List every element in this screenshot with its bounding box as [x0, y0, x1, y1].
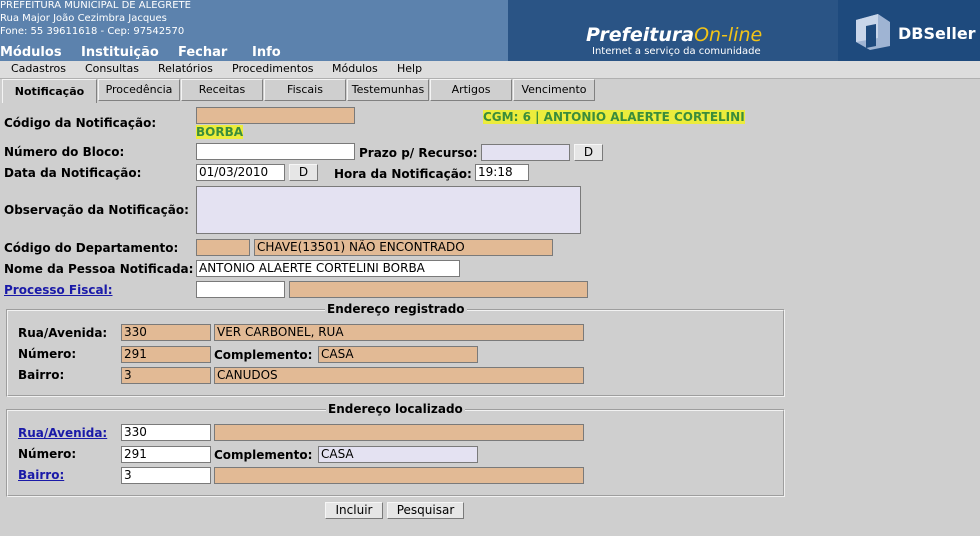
reg-numero-label: Número: [18, 347, 77, 361]
org-address: Rua Major João Cezimbra Jacques [0, 13, 167, 24]
reg-bairro-code-field: 3 [121, 367, 211, 384]
brand-main: Prefeitura [586, 24, 695, 46]
numero-bloco-field[interactable] [196, 143, 355, 160]
tab-artigos[interactable]: Artigos [430, 79, 512, 101]
endereco-localizado-legend: Endereço localizado [326, 402, 465, 416]
processo-fiscal-field[interactable] [196, 281, 285, 298]
loc-complemento-field[interactable]: CASA [318, 446, 478, 463]
reg-rua-name-field: VER CARBONEL, RUA [214, 324, 584, 341]
codigo-departamento-field[interactable] [196, 239, 250, 256]
departamento-description-field: CHAVE(13501) NÃO ENCONTRADO [254, 239, 553, 256]
codigo-notificacao-field[interactable] [196, 107, 355, 124]
hora-notificacao-field[interactable]: 19:18 [475, 164, 529, 181]
incluir-button[interactable]: Incluir [325, 502, 383, 519]
cgm-info-line1: CGM: 6 | ANTONIO ALAERTE CORTELINI [483, 110, 745, 124]
menu-modulos[interactable]: Módulos [332, 62, 378, 75]
menu-help[interactable]: Help [397, 62, 422, 75]
tab-vencimento[interactable]: Vencimento [513, 79, 595, 101]
loc-bairro-code-field[interactable]: 3 [121, 467, 211, 484]
pesquisar-button[interactable]: Pesquisar [387, 502, 464, 519]
pessoa-notificada-label: Nome da Pessoa Notificada: [4, 262, 194, 276]
dbseller-logo-icon [856, 14, 890, 50]
tab-notificacao[interactable]: Notificação [2, 79, 97, 103]
cgm-info-line2: BORBA [196, 125, 244, 139]
numero-bloco-label: Número do Bloco: [4, 145, 125, 159]
menu-consultas[interactable]: Consultas [85, 62, 139, 75]
observacao-textarea[interactable] [196, 186, 581, 234]
tab-procedencia[interactable]: Procedência [98, 79, 180, 101]
brand-tagline: Internet a serviço da comunidade [592, 46, 761, 57]
loc-numero-field[interactable]: 291 [121, 446, 211, 463]
loc-rua-link[interactable]: Rua/Avenida: [18, 426, 107, 440]
vendor-name: DBSeller [898, 24, 976, 43]
nav-fechar[interactable]: Fechar [178, 45, 227, 60]
menu-bar [0, 61, 980, 79]
menu-relatorios[interactable]: Relatórios [158, 62, 213, 75]
reg-bairro-name-field: CANUDOS [214, 367, 584, 384]
nav-modulos[interactable]: Módulos [0, 45, 62, 60]
reg-complemento-label: Complemento: [214, 348, 313, 362]
loc-rua-code-field[interactable]: 330 [121, 424, 211, 441]
processo-fiscal-link[interactable]: Processo Fiscal: [4, 283, 113, 297]
reg-numero-field: 291 [121, 346, 211, 363]
processo-fiscal-description-field [289, 281, 588, 298]
pessoa-notificada-field[interactable]: ANTONIO ALAERTE CORTELINI BORBA [196, 260, 460, 277]
loc-bairro-name-field [214, 467, 584, 484]
endereco-registrado-legend: Endereço registrado [325, 302, 467, 316]
tab-receitas[interactable]: Receitas [181, 79, 263, 101]
org-name: PREFEITURA MUNICIPAL DE ALEGRETE [0, 0, 191, 11]
hora-notificacao-label: Hora da Notificação: [334, 167, 472, 181]
loc-numero-label: Número: [18, 447, 77, 461]
reg-rua-label: Rua/Avenida: [18, 326, 108, 340]
menu-procedimentos[interactable]: Procedimentos [232, 62, 314, 75]
data-notificacao-label: Data da Notificação: [4, 166, 142, 180]
nav-instituicao[interactable]: Instituição [81, 45, 159, 60]
codigo-notificacao-label: Código da Notificação: [4, 116, 157, 130]
prazo-recurso-field[interactable] [481, 144, 570, 161]
org-phone: Fone: 55 39611618 - Cep: 97542570 [0, 26, 185, 37]
nav-info[interactable]: Info [252, 45, 281, 60]
prefeitura-online-logo: PrefeituraOn-line [586, 24, 762, 46]
reg-bairro-label: Bairro: [18, 368, 65, 382]
prazo-recurso-label: Prazo p/ Recurso: [359, 146, 478, 160]
loc-bairro-link[interactable]: Bairro: [18, 468, 64, 482]
data-notificacao-field[interactable]: 01/03/2010 [196, 164, 285, 181]
tab-testemunhas[interactable]: Testemunhas [347, 79, 429, 101]
menu-cadastros[interactable]: Cadastros [11, 62, 66, 75]
loc-complemento-label: Complemento: [214, 448, 313, 462]
reg-rua-code-field: 330 [121, 324, 211, 341]
data-notificacao-date-button[interactable]: D [289, 164, 318, 181]
observacao-label: Observação da Notificação: [4, 203, 189, 217]
codigo-departamento-label: Código do Departamento: [4, 241, 179, 255]
reg-complemento-field: CASA [318, 346, 478, 363]
brand-online: On-line [694, 24, 763, 46]
loc-rua-name-field [214, 424, 584, 441]
tab-fiscais[interactable]: Fiscais [264, 79, 346, 101]
prazo-recurso-date-button[interactable]: D [574, 144, 603, 161]
